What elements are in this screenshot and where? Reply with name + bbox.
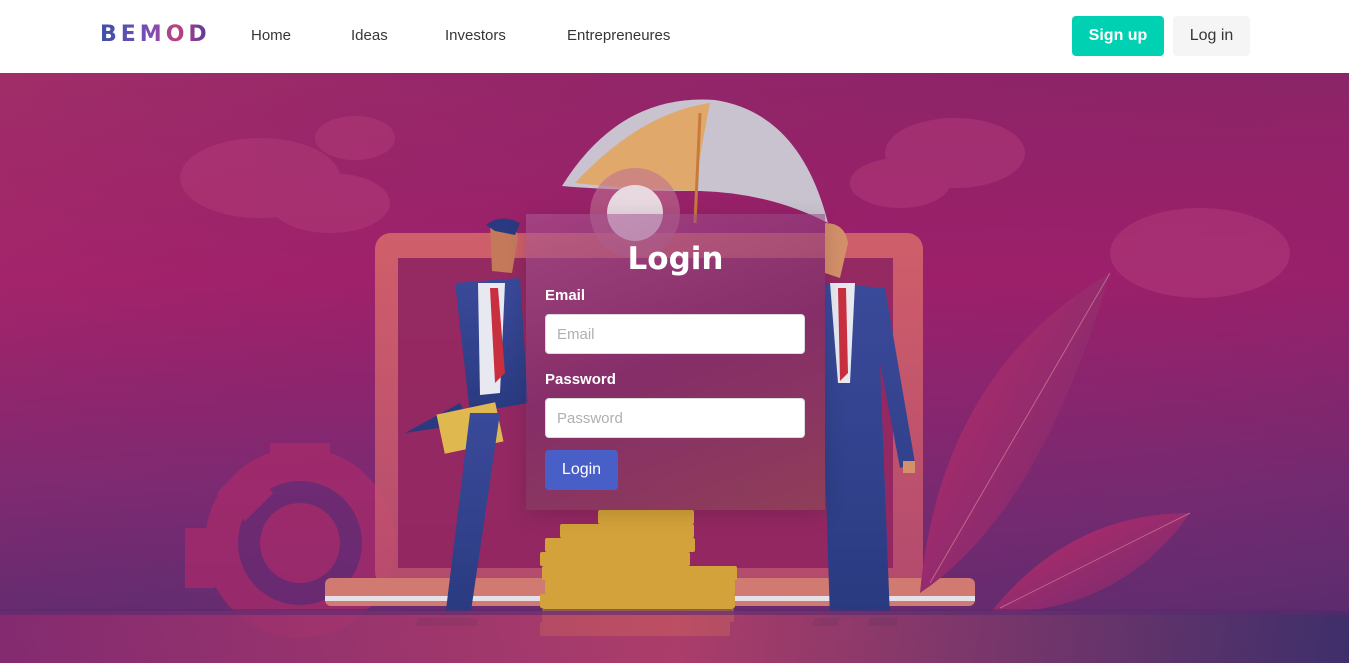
login-card: Login Email Password Login: [526, 214, 825, 510]
login-title: Login: [627, 241, 724, 277]
nav-link-entrepreneures[interactable]: Entrepreneures: [567, 27, 670, 44]
nav-link-ideas[interactable]: Ideas: [351, 27, 388, 44]
password-label: Password: [545, 371, 616, 388]
password-field[interactable]: [545, 398, 805, 438]
brand-logo[interactable]: BEMOD: [100, 22, 211, 47]
email-label: Email: [545, 287, 586, 304]
nav-link-home[interactable]: Home: [251, 27, 291, 44]
login-submit-button[interactable]: Login: [545, 450, 618, 490]
signup-button[interactable]: Sign up: [1072, 16, 1164, 56]
hero-section: Login Email Password Login: [0, 73, 1349, 663]
email-field[interactable]: [545, 314, 805, 354]
login-nav-button[interactable]: Log in: [1173, 16, 1250, 56]
navbar: BEMOD Home Ideas Investors Entrepreneure…: [0, 0, 1349, 73]
nav-link-investors[interactable]: Investors: [445, 27, 506, 44]
floor-band: [0, 611, 1349, 663]
